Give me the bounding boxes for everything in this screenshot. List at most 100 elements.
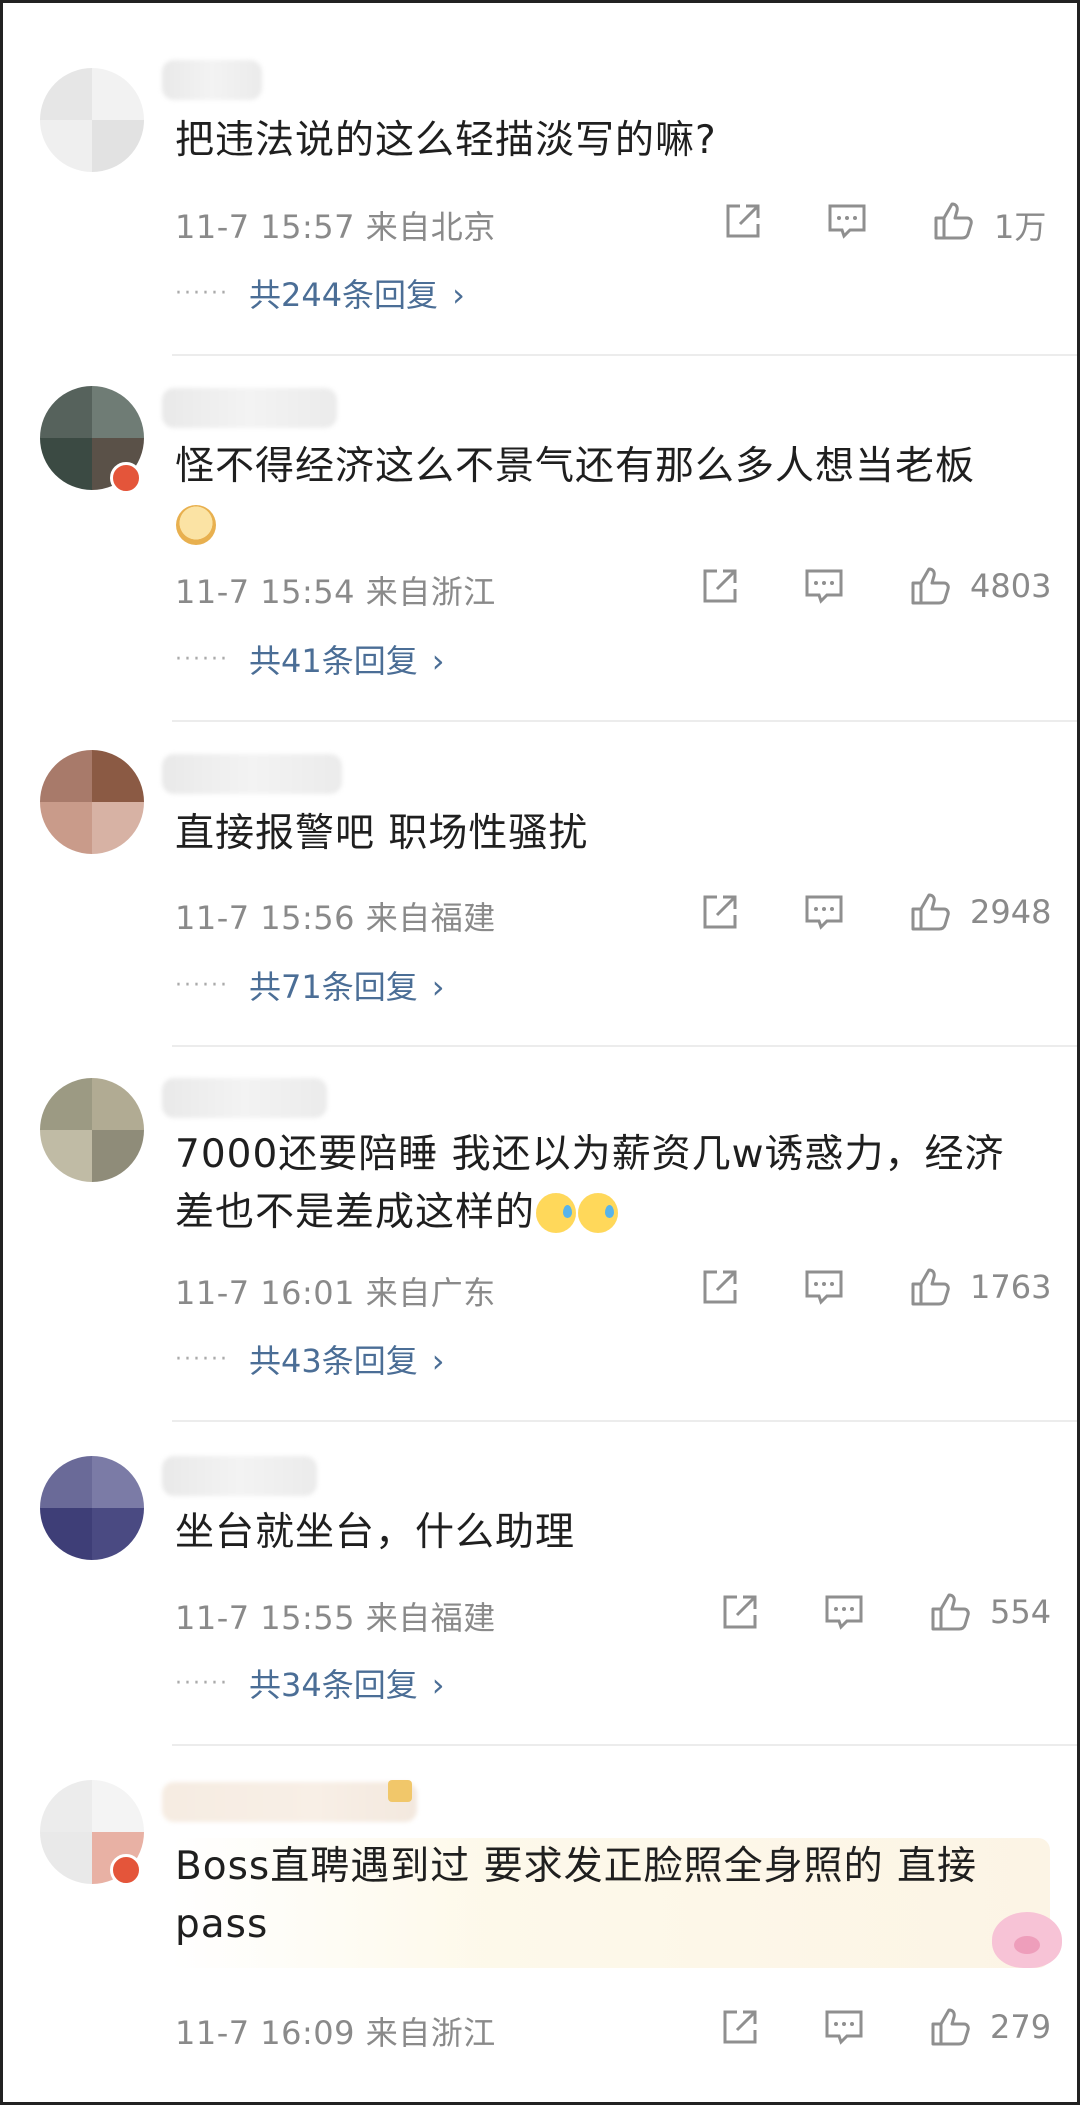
- avatar-tile: [40, 1456, 92, 1508]
- divider: [172, 1045, 1080, 1047]
- username-blurred[interactable]: [162, 1782, 417, 1822]
- dots: ······: [175, 973, 229, 998]
- comment-actions: 554: [0, 1589, 1080, 1641]
- avatar-tile: [40, 1078, 92, 1130]
- like-count: 2948: [970, 893, 1052, 931]
- reply-count: 共41条回复: [248, 642, 418, 680]
- comment-text: 7000还要陪睡 我还以为薪资几w诱惑力，经济差也不是差成这样的: [175, 1126, 1035, 1242]
- avatar-tile: [92, 120, 144, 172]
- share-icon[interactable]: [697, 889, 743, 935]
- like-icon[interactable]: [907, 1264, 953, 1310]
- like-icon[interactable]: [927, 1589, 973, 1635]
- like-count: 554: [990, 1593, 1052, 1631]
- avatar-tile: [92, 1078, 144, 1130]
- reply-count: 共43条回复: [248, 1342, 418, 1380]
- chevron-right-icon: ›: [431, 1342, 445, 1380]
- chevron-right-icon: ›: [431, 642, 445, 680]
- username-blurred[interactable]: [162, 1078, 327, 1118]
- dots: ······: [175, 1671, 229, 1696]
- avatar[interactable]: [40, 750, 144, 854]
- share-icon[interactable]: [697, 563, 743, 609]
- sweat-emoji: [536, 1193, 577, 1233]
- chevron-right-icon: ›: [431, 1666, 445, 1704]
- avatar[interactable]: [40, 68, 144, 172]
- username-blurred[interactable]: [162, 754, 342, 794]
- dots: ······: [175, 1347, 229, 1372]
- avatar-tile: [40, 438, 92, 490]
- verified-badge-icon: [110, 1854, 142, 1886]
- view-replies-link[interactable]: ······ 共34条回复 ›: [175, 1660, 445, 1706]
- avatar[interactable]: [40, 1456, 144, 1560]
- dots: ······: [175, 647, 229, 672]
- comment-text: 把违法说的这么轻描淡写的嘛?: [175, 118, 717, 163]
- comment-actions: 1763: [0, 1264, 1080, 1316]
- avatar-tile: [92, 1456, 144, 1508]
- username-blurred[interactable]: [162, 388, 337, 428]
- dots: ······: [175, 281, 229, 306]
- avatar-tile: [40, 1780, 92, 1832]
- avatar-tile: [40, 120, 92, 172]
- like-icon[interactable]: [927, 2004, 973, 2050]
- divider: [172, 1744, 1080, 1746]
- like-icon[interactable]: [907, 563, 953, 609]
- comment-text-body: 怪不得经济这么不景气还有那么多人想当老板: [175, 444, 976, 489]
- avatar-tile: [92, 68, 144, 120]
- like-count: 279: [990, 2008, 1052, 2046]
- reply-count: 共71条回复: [248, 968, 418, 1006]
- comment-actions: 4803: [0, 563, 1080, 615]
- like-count: 1万: [994, 208, 1047, 246]
- username-blurred[interactable]: [162, 1456, 317, 1496]
- comment-icon[interactable]: [824, 198, 870, 244]
- comment-actions: 2948: [0, 889, 1080, 941]
- avatar-tile: [40, 68, 92, 120]
- reply-count: 共34条回复: [248, 1666, 418, 1704]
- comment-icon[interactable]: [801, 889, 847, 935]
- comment-text: 坐台就坐台，什么助理: [175, 1510, 576, 1555]
- avatar[interactable]: [40, 1078, 144, 1182]
- chevron-right-icon: ›: [431, 968, 445, 1006]
- comment-icon[interactable]: [821, 1589, 867, 1635]
- avatar-tile: [92, 1508, 144, 1560]
- avatar-tile: [92, 1780, 144, 1832]
- sweat-emoji: [578, 1193, 619, 1233]
- avatar-tile: [40, 1832, 92, 1884]
- comment-icon[interactable]: [801, 563, 847, 609]
- fan-badge-icon: [388, 1780, 412, 1802]
- comment-text: Boss直聘遇到过 要求发正脸照全身照的 直接pass: [175, 1844, 978, 1947]
- avatar-tile: [40, 386, 92, 438]
- doge-emoji: [176, 505, 216, 545]
- view-replies-link[interactable]: ······ 共244条回复 ›: [175, 270, 465, 316]
- view-replies-link[interactable]: ······ 共71条回复 ›: [175, 962, 445, 1008]
- comment-text: 直接报警吧 职场性骚扰: [175, 811, 589, 856]
- comment-icon[interactable]: [821, 2004, 867, 2050]
- share-icon[interactable]: [697, 1264, 743, 1310]
- like-count: 4803: [970, 567, 1052, 605]
- like-icon[interactable]: [907, 889, 953, 935]
- like-count: 1763: [970, 1268, 1052, 1306]
- avatar-tile: [40, 1130, 92, 1182]
- divider: [172, 354, 1080, 356]
- avatar-tile: [92, 750, 144, 802]
- username-blurred[interactable]: [162, 60, 262, 100]
- avatar-tile: [40, 802, 92, 854]
- share-icon[interactable]: [717, 2004, 763, 2050]
- view-replies-link[interactable]: ······ 共43条回复 ›: [175, 1336, 445, 1382]
- reply-count: 共244条回复: [248, 276, 439, 314]
- like-icon[interactable]: [930, 198, 976, 244]
- comment-text: 怪不得经济这么不景气还有那么多人想当老板: [175, 438, 1035, 554]
- verified-badge-icon: [110, 462, 142, 494]
- avatar-tile: [40, 1508, 92, 1560]
- divider: [172, 1420, 1080, 1422]
- avatar-tile: [92, 802, 144, 854]
- divider: [172, 720, 1080, 722]
- share-icon[interactable]: [720, 198, 766, 244]
- avatar-tile: [92, 1130, 144, 1182]
- comment-actions: 1万: [0, 198, 1080, 250]
- avatar-tile: [40, 750, 92, 802]
- share-icon[interactable]: [717, 1589, 763, 1635]
- view-replies-link[interactable]: ······ 共41条回复 ›: [175, 636, 445, 682]
- avatar-tile: [92, 386, 144, 438]
- comment-icon[interactable]: [801, 1264, 847, 1310]
- chevron-right-icon: ›: [452, 276, 465, 314]
- comment-actions: 279: [0, 2004, 1080, 2056]
